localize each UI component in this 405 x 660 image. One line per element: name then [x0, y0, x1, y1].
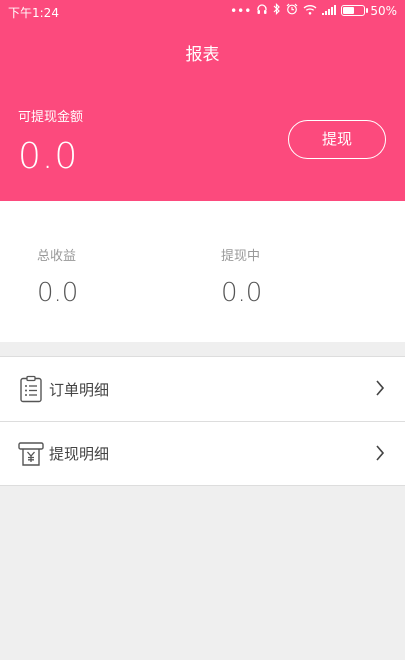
withdraw-button[interactable]: 提现: [288, 120, 386, 159]
chevron-right-icon: [375, 379, 385, 401]
available-amount-label: 可提现金额: [18, 110, 84, 125]
total-earnings: 总收益 0.0: [37, 245, 78, 308]
chevron-right-icon: [375, 444, 385, 466]
signal-icon: [322, 4, 337, 18]
app-screen: 下午1:24 ••• 50% 报表 可提现金额 0.0 提现 总收益 0.0 提…: [0, 0, 405, 660]
status-time: 下午1:24: [8, 6, 59, 20]
total-earnings-value: 0.0: [37, 278, 79, 308]
more-dots-icon: •••: [230, 3, 252, 18]
pending-withdrawal: 提现中 0.0: [221, 245, 262, 308]
menu-item-order-details[interactable]: 订单明细: [0, 357, 405, 421]
bluetooth-icon: [273, 3, 281, 18]
available-amount-value: 0.0: [18, 136, 79, 177]
battery-percent: 50%: [370, 3, 397, 18]
status-icons: ••• 50%: [230, 3, 397, 18]
yen-withdraw-icon: [18, 440, 44, 468]
menu-item-label: 订单明细: [49, 380, 110, 399]
pending-withdrawal-label: 提现中: [221, 249, 261, 264]
header: 下午1:24 ••• 50% 报表 可提现金额 0.0 提现: [0, 0, 405, 201]
page-title: 报表: [185, 45, 220, 65]
alarm-icon: [286, 3, 298, 18]
wifi-icon: [303, 4, 317, 18]
menu-item-label: 提现明细: [49, 445, 110, 463]
total-earnings-label: 总收益: [37, 249, 77, 264]
headphones-icon: [256, 3, 268, 18]
battery-fill: [343, 7, 355, 14]
menu-item-withdraw-details[interactable]: 提现明细: [0, 421, 405, 485]
stats-card: 总收益 0.0 提现中 0.0: [0, 201, 405, 342]
clipboard-list-icon: [18, 375, 44, 403]
status-bar: 下午1:24 ••• 50%: [0, 0, 405, 24]
menu-list: 订单明细 提现明细: [0, 356, 405, 486]
battery-icon: [341, 5, 369, 16]
pending-withdrawal-value: 0.0: [221, 278, 263, 308]
